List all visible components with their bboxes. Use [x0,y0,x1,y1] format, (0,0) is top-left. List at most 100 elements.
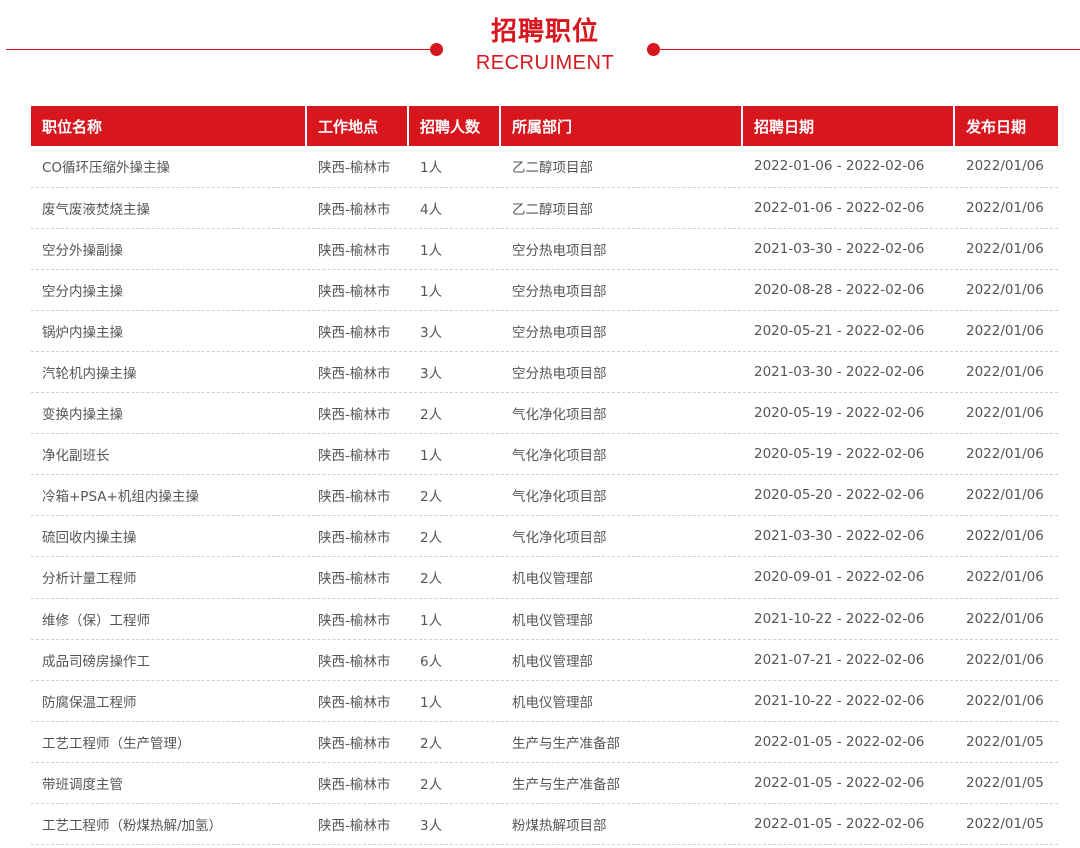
recruit-period-cell: 2022-01-05 - 2022-02-06 [742,762,955,805]
table-row[interactable]: 空分内操主操 陕西-榆林市 1人 空分热电项目部 2020-08-28 - 2022-0… [31,269,1058,311]
table-row[interactable]: 锅炉内操主操 陕西-榆林市 3人 空分热电项目部 2020-05-21 - 2022-0… [31,310,1058,352]
publish-date-cell: 2022/01/06 [954,680,1058,722]
table-row[interactable]: 变换内操主操 陕西-榆林市 2人 气化净化项目部 2020-05-19 - 2022-0… [31,392,1058,435]
job-title-cell[interactable]: 空分外操副操 [31,228,307,270]
table-row[interactable]: 硫回收内操主操 陕西-榆林市 2人 气化净化项目部 2021-03-30 - 2022-… [31,515,1058,558]
job-title-cell[interactable]: 冷箱+PSA+机组内操主操 [31,474,307,517]
publish-date-cell: 2022/01/06 [954,433,1058,476]
location-cell: 陕西-榆林市 [306,803,409,846]
job-title-cell[interactable]: 维修（保）工程师 [31,598,307,640]
publish-date-cell: 2022/01/06 [954,146,1058,188]
recruit-period-cell: 2022-01-05 - 2022-02-06 [742,803,955,846]
job-title-cell[interactable]: 汽轮机内操主操 [31,351,307,394]
table-row[interactable]: 汽轮机内操主操 陕西-榆林市 3人 空分热电项目部 2021-03-30 - 2022-… [31,351,1058,394]
job-title-cell[interactable]: 工艺工程师（生产管理） [31,721,307,763]
headcount-cell: 3人 [408,310,501,352]
location-cell: 陕西-榆林市 [306,598,409,640]
headcount-cell: 1人 [408,269,501,311]
department-cell: 机电仪管理部 [500,680,743,722]
job-title-cell[interactable]: 净化副班长 [31,433,307,476]
recruit-period-cell: 2021-10-22 - 2022-02-06 [742,598,955,640]
headcount-cell: 4人 [408,187,501,229]
headcount-cell: 6人 [408,639,501,681]
table-row[interactable]: 维修（保）工程师 陕西-榆林市 1人 机电仪管理部 2021-10-22 - 2022-… [31,598,1058,640]
location-cell: 陕西-榆林市 [306,228,409,270]
table-row[interactable]: 空分外操副操 陕西-榆林市 1人 空分热电项目部 2021-03-30 - 2022-0… [31,228,1058,270]
table-row[interactable]: 净化副班长 陕西-榆林市 1人 气化净化项目部 2020-05-19 - 2022-02… [31,433,1058,476]
table-row[interactable]: 工艺工程师（粉煤热解/加氢） 陕西-榆林市 3人 粉煤热解项目部 2022-01-05 … [31,803,1058,846]
table-row[interactable]: 工艺工程师（生产管理） 陕西-榆林市 2人 生产与生产准备部 2022-01-05 - … [31,721,1058,763]
publish-date-cell: 2022/01/06 [954,515,1058,558]
job-title-cell[interactable]: 锅炉内操主操 [31,310,307,352]
section-title: 招聘职位 [490,17,599,47]
job-title-cell[interactable]: 带班调度主管 [31,762,307,805]
table-row[interactable]: 带班调度主管 陕西-榆林市 2人 生产与生产准备部 2022-01-05 - 2022-… [31,762,1058,805]
job-title-cell[interactable]: 变换内操主操 [31,392,307,435]
publish-date-cell: 2022/01/06 [954,187,1058,229]
column-header-headcount: 招聘人数 [408,106,501,146]
job-title-cell[interactable]: 分析计量工程师 [31,556,307,599]
recruit-period-cell: 2020-05-19 - 2022-02-06 [742,392,955,435]
recruit-period-cell: 2020-05-21 - 2022-02-06 [742,310,955,352]
headcount-cell: 2人 [408,762,501,805]
table-row[interactable]: 成品司磅房操作工 陕西-榆林市 6人 机电仪管理部 2021-07-21 - 2022-… [31,639,1058,681]
publish-date-cell: 2022/01/06 [954,556,1058,599]
table-row[interactable]: 废气废液焚烧主操 陕西-榆林市 4人 乙二醇项目部 2022-01-06 - 2022-… [31,187,1058,229]
headcount-cell: 1人 [408,146,501,188]
department-cell: 乙二醇项目部 [500,187,743,229]
recruit-period-cell: 2020-08-28 - 2022-02-06 [742,269,955,311]
job-listings-table: 职位名称 工作地点 招聘人数 所属部门 招聘日期 发布日期 CO循环压缩外操主操… [31,106,1058,846]
headcount-cell: 2人 [408,474,501,517]
job-title-cell[interactable]: 废气废液焚烧主操 [31,187,307,229]
publish-date-cell: 2022/01/05 [954,721,1058,763]
location-cell: 陕西-榆林市 [306,680,409,722]
header-divider-right [656,49,1080,50]
table-row[interactable]: 冷箱+PSA+机组内操主操 陕西-榆林市 2人 气化净化项目部 2020-05-20 -… [31,474,1058,517]
location-cell: 陕西-榆林市 [306,146,409,188]
recruit-period-cell: 2021-07-21 - 2022-02-06 [742,639,955,681]
location-cell: 陕西-榆林市 [306,639,409,681]
publish-date-cell: 2022/01/05 [954,762,1058,805]
department-cell: 生产与生产准备部 [500,762,743,805]
headcount-cell: 2人 [408,515,501,558]
table-row[interactable]: 分析计量工程师 陕西-榆林市 2人 机电仪管理部 2020-09-01 - 2022-0… [31,556,1058,599]
department-cell: 气化净化项目部 [500,474,743,517]
location-cell: 陕西-榆林市 [306,351,409,394]
headcount-cell: 2人 [408,721,501,763]
headcount-cell: 1人 [408,598,501,640]
section-subtitle: RECRUIMENT [475,52,615,74]
location-cell: 陕西-榆林市 [306,269,409,311]
table-body: CO循环压缩外操主操 陕西-榆林市 1人 乙二醇项目部 2022-01-06 - 202… [31,146,1058,846]
publish-date-cell: 2022/01/06 [954,598,1058,640]
column-header-location: 工作地点 [306,106,409,146]
publish-date-cell: 2022/01/06 [954,474,1058,517]
column-header-position: 职位名称 [31,106,307,146]
location-cell: 陕西-榆林市 [306,556,409,599]
headcount-cell: 1人 [408,680,501,722]
publish-date-cell: 2022/01/06 [954,351,1058,394]
publish-date-cell: 2022/01/05 [954,803,1058,846]
job-title-cell[interactable]: 成品司磅房操作工 [31,639,307,681]
job-title-cell[interactable]: 硫回收内操主操 [31,515,307,558]
headcount-cell: 3人 [408,351,501,394]
department-cell: 空分热电项目部 [500,228,743,270]
department-cell: 机电仪管理部 [500,639,743,681]
publish-date-cell: 2022/01/06 [954,392,1058,435]
header-divider-left [6,49,436,50]
table-row[interactable]: CO循环压缩外操主操 陕西-榆林市 1人 乙二醇项目部 2022-01-06 - 202… [31,146,1058,188]
department-cell: 空分热电项目部 [500,269,743,311]
department-cell: 气化净化项目部 [500,433,743,476]
location-cell: 陕西-榆林市 [306,515,409,558]
publish-date-cell: 2022/01/06 [954,228,1058,270]
job-title-cell[interactable]: 防腐保温工程师 [31,680,307,722]
recruit-period-cell: 2020-09-01 - 2022-02-06 [742,556,955,599]
department-cell: 空分热电项目部 [500,351,743,394]
job-title-cell[interactable]: 空分内操主操 [31,269,307,311]
recruit-period-cell: 2021-03-30 - 2022-02-06 [742,351,955,394]
recruit-period-cell: 2020-05-19 - 2022-02-06 [742,433,955,476]
job-title-cell[interactable]: 工艺工程师（粉煤热解/加氢） [31,803,307,846]
headcount-cell: 2人 [408,392,501,435]
job-title-cell[interactable]: CO循环压缩外操主操 [31,146,307,188]
table-row[interactable]: 防腐保温工程师 陕西-榆林市 1人 机电仪管理部 2021-10-22 - 2022-0… [31,680,1058,722]
column-header-publish-date: 发布日期 [954,106,1058,146]
